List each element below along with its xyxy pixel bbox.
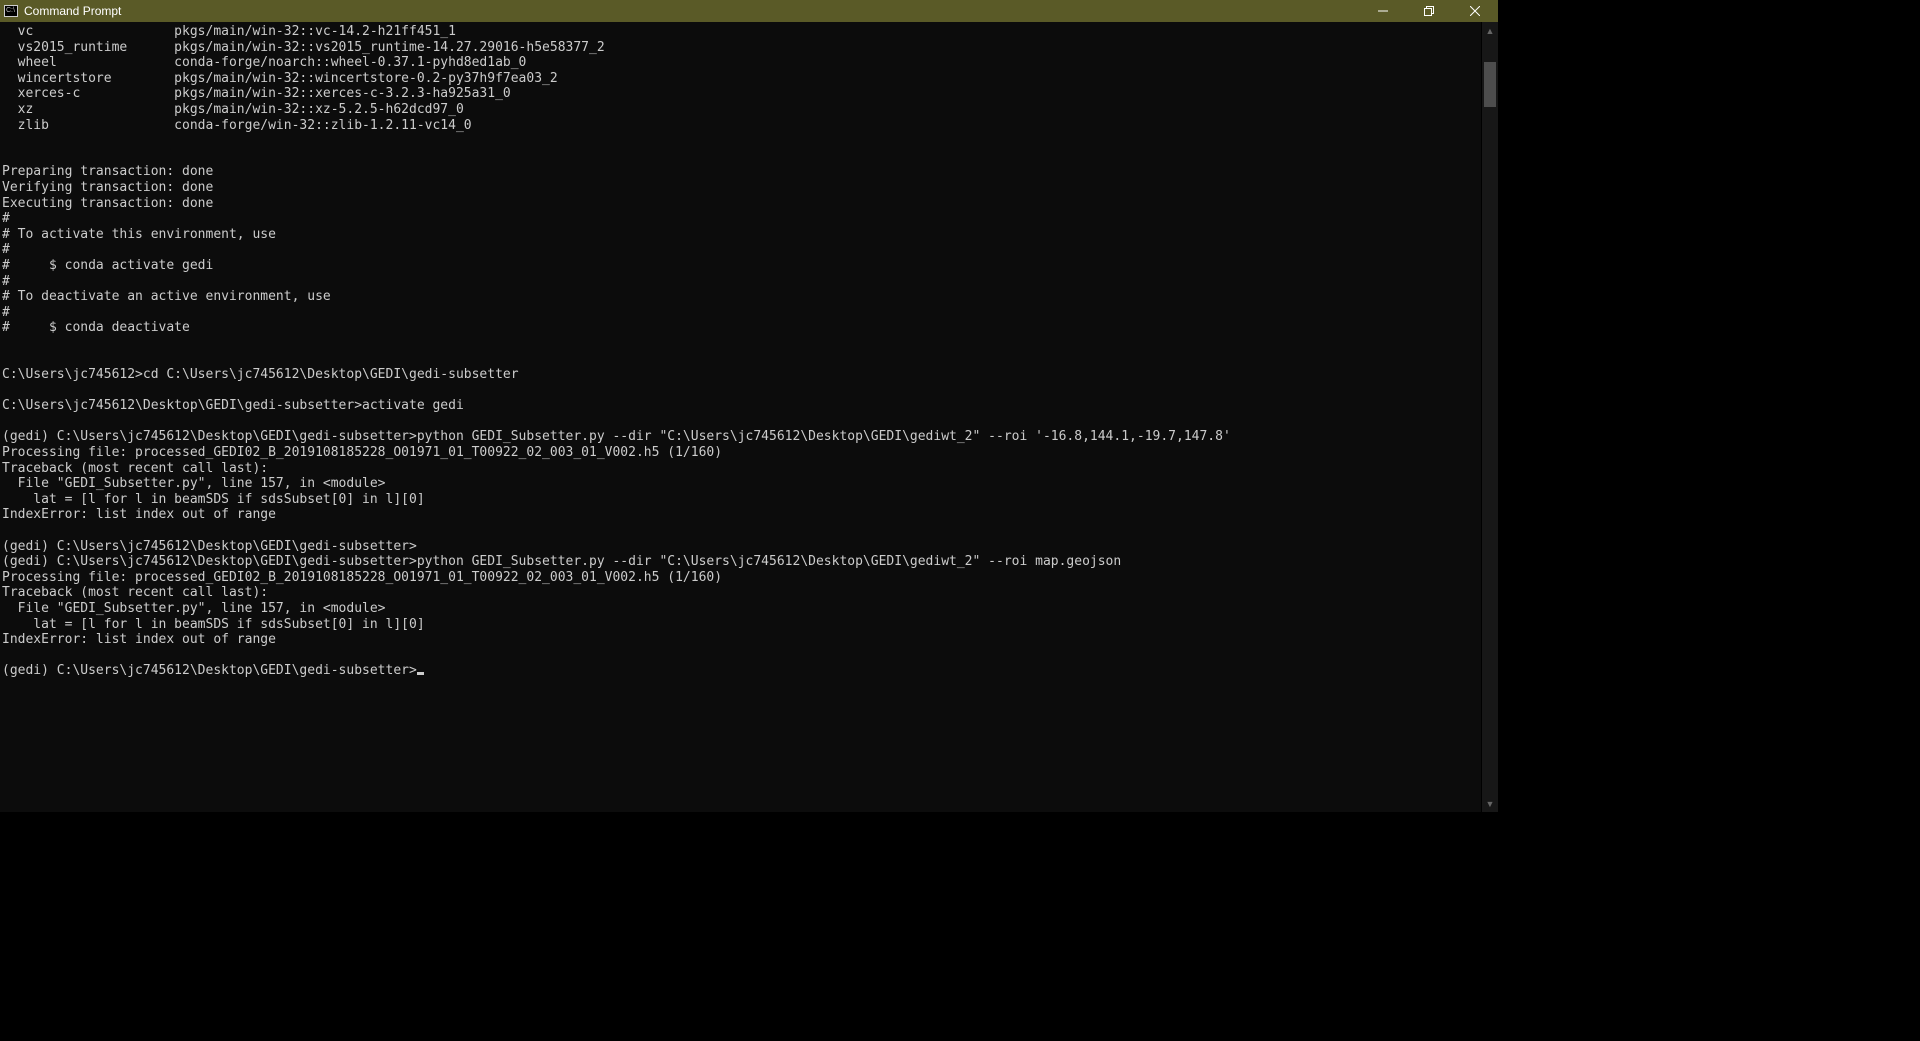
titlebar-left: Command Prompt	[4, 4, 121, 18]
terminal-prompt-line: (gedi) C:\Users\jc745612\Desktop\GEDI\ge…	[2, 663, 1479, 679]
terminal-line: (gedi) C:\Users\jc745612\Desktop\GEDI\ge…	[2, 429, 1479, 445]
terminal-line	[2, 351, 1479, 367]
terminal-line: lat = [l for l in beamSDS if sdsSubset[0…	[2, 492, 1479, 508]
terminal-line: # $ conda activate gedi	[2, 258, 1479, 274]
terminal-line	[2, 523, 1479, 539]
scroll-down-arrow[interactable]: ▼	[1482, 795, 1498, 812]
terminal-output[interactable]: vc pkgs/main/win-32::vc-14.2-h21ff451_1 …	[0, 22, 1481, 812]
window-controls	[1360, 0, 1498, 22]
terminal-line: File "GEDI_Subsetter.py", line 157, in <…	[2, 476, 1479, 492]
terminal-line	[2, 383, 1479, 399]
terminal-line: #	[2, 211, 1479, 227]
terminal-line: Verifying transaction: done	[2, 180, 1479, 196]
terminal-line: zlib conda-forge/win-32::zlib-1.2.11-vc1…	[2, 118, 1479, 134]
scroll-thumb[interactable]	[1484, 62, 1496, 107]
minimize-icon	[1378, 6, 1388, 16]
terminal-line: (gedi) C:\Users\jc745612\Desktop\GEDI\ge…	[2, 539, 1479, 555]
cursor	[417, 672, 424, 675]
terminal-line: C:\Users\jc745612>cd C:\Users\jc745612\D…	[2, 367, 1479, 383]
close-icon	[1470, 6, 1480, 16]
terminal-line: (gedi) C:\Users\jc745612\Desktop\GEDI\ge…	[2, 554, 1479, 570]
terminal-line: #	[2, 274, 1479, 290]
terminal-line: #	[2, 305, 1479, 321]
titlebar[interactable]: Command Prompt	[0, 0, 1498, 22]
terminal-line: IndexError: list index out of range	[2, 632, 1479, 648]
terminal-line: #	[2, 242, 1479, 258]
terminal-line	[2, 336, 1479, 352]
maximize-button[interactable]	[1406, 0, 1452, 22]
window-title: Command Prompt	[24, 4, 121, 18]
terminal-line: IndexError: list index out of range	[2, 507, 1479, 523]
terminal-line	[2, 414, 1479, 430]
terminal-line: Processing file: processed_GEDI02_B_2019…	[2, 445, 1479, 461]
terminal-line: Traceback (most recent call last):	[2, 461, 1479, 477]
terminal-line	[2, 648, 1479, 664]
terminal-line: # To activate this environment, use	[2, 227, 1479, 243]
close-button[interactable]	[1452, 0, 1498, 22]
terminal-line: lat = [l for l in beamSDS if sdsSubset[0…	[2, 617, 1479, 633]
terminal-line: Preparing transaction: done	[2, 164, 1479, 180]
terminal-line: xerces-c pkgs/main/win-32::xerces-c-3.2.…	[2, 86, 1479, 102]
terminal-line	[2, 133, 1479, 149]
terminal-line: C:\Users\jc745612\Desktop\GEDI\gedi-subs…	[2, 398, 1479, 414]
terminal-line: vs2015_runtime pkgs/main/win-32::vs2015_…	[2, 40, 1479, 56]
terminal-line: Processing file: processed_GEDI02_B_2019…	[2, 570, 1479, 586]
vertical-scrollbar[interactable]: ▲ ▼	[1481, 22, 1498, 812]
command-prompt-window: Command Prompt vc pkgs/main/win-32::vc-1…	[0, 0, 1498, 812]
terminal-line: vc pkgs/main/win-32::vc-14.2-h21ff451_1	[2, 24, 1479, 40]
terminal-line: xz pkgs/main/win-32::xz-5.2.5-h62dcd97_0	[2, 102, 1479, 118]
terminal-area: vc pkgs/main/win-32::vc-14.2-h21ff451_1 …	[0, 22, 1498, 812]
minimize-button[interactable]	[1360, 0, 1406, 22]
terminal-line: wincertstore pkgs/main/win-32::wincertst…	[2, 71, 1479, 87]
scroll-up-arrow[interactable]: ▲	[1482, 22, 1498, 39]
maximize-icon	[1424, 6, 1434, 16]
terminal-line: Executing transaction: done	[2, 196, 1479, 212]
terminal-line: # To deactivate an active environment, u…	[2, 289, 1479, 305]
terminal-line: # $ conda deactivate	[2, 320, 1479, 336]
terminal-line: File "GEDI_Subsetter.py", line 157, in <…	[2, 601, 1479, 617]
terminal-line: Traceback (most recent call last):	[2, 585, 1479, 601]
terminal-line: wheel conda-forge/noarch::wheel-0.37.1-p…	[2, 55, 1479, 71]
cmd-icon	[4, 5, 18, 17]
terminal-line	[2, 149, 1479, 165]
